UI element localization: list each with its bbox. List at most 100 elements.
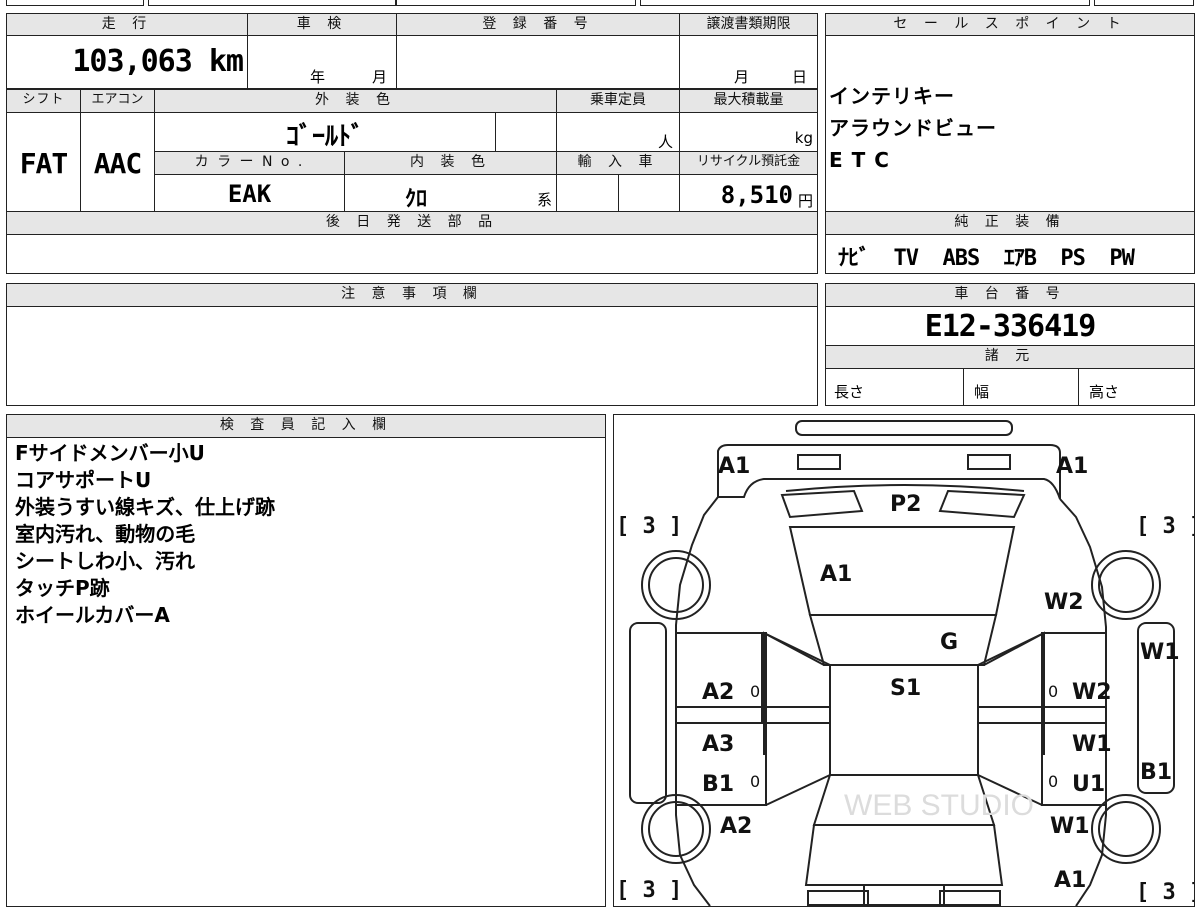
mark-w2-right-front-door: W2	[1072, 680, 1112, 705]
aircon-value: AAC	[93, 147, 143, 180]
windshield	[808, 614, 998, 666]
interior-color-value: ｸﾛ	[405, 187, 428, 212]
inspector-cell: Fサイドメンバー小U コアサポートU 外装うすい線キズ、仕上げ跡 室内汚れ、動物…	[6, 437, 606, 907]
car-diagram: WEB STUDIO [ 3 ] [ 3 ] [ 3 ] [ 3 ] A1 A1…	[616, 420, 1194, 906]
mileage-value: 103,063 km	[72, 44, 244, 79]
left-front-wheel	[641, 550, 711, 620]
mileage-cell: 103,063 km	[6, 35, 248, 89]
car-diagram-panel: WEB STUDIO [ 3 ] [ 3 ] [ 3 ] [ 3 ] A1 A1…	[613, 414, 1195, 907]
specs-height-label: 高さ	[1089, 383, 1120, 401]
bracket-top-right: [ 3 ]	[1136, 514, 1194, 539]
inspector-note-line: Fサイドメンバー小U	[15, 441, 205, 465]
inspection-year-unit: 年	[310, 68, 326, 86]
transfer-day-unit: 日	[792, 68, 808, 86]
capacity-header: 乗車定員	[556, 89, 680, 113]
mark-b1-right-edge: B1	[1140, 760, 1172, 785]
transfer-deadline-cell: 月 日	[679, 35, 818, 89]
standard-equipment-value: ﾅﾋﾞ TV ABS ｴｱB PS PW	[838, 246, 1135, 271]
max-load-header: 最大積載量	[679, 89, 818, 113]
inspector-note-line: シートしわ小、汚れ	[15, 549, 195, 573]
mileage-header: 走 行	[6, 13, 248, 36]
exterior-color-header: 外 装 色	[154, 89, 557, 113]
specs-height-cell: 高さ	[1078, 368, 1195, 406]
mark-zero: 0	[1048, 772, 1058, 791]
caution-header: 注 意 事 項 欄	[6, 283, 818, 307]
recycle-fee-cell: 8,510 円	[679, 174, 818, 212]
sales-point-line: E T C	[829, 148, 890, 172]
interior-color-cell: ｸﾛ 系	[344, 174, 557, 212]
chassis-no-header: 車 台 番 号	[825, 283, 1195, 307]
recycle-fee-value: 8,510	[720, 181, 793, 209]
front-body	[717, 444, 1061, 499]
shift-cell: FAT	[6, 112, 81, 212]
mark-a3-left-rear-door: A3	[702, 732, 734, 757]
inspector-note-line: ホイールカバーA	[15, 603, 170, 627]
mark-a1-right-rear: A1	[1054, 868, 1086, 893]
later-parts-cell	[6, 234, 818, 274]
mark-w1-right-edge: W1	[1140, 640, 1180, 665]
sales-point-line: インテリキー	[829, 84, 955, 108]
mark-p2: P2	[890, 492, 921, 517]
mark-u1-right-rear-door: U1	[1072, 772, 1105, 797]
aircon-header: エアコン	[80, 89, 155, 113]
bracket-top-left: [ 3 ]	[616, 514, 682, 539]
inspector-note-line: コアサポートU	[15, 468, 152, 492]
shift-header: シフト	[6, 89, 81, 113]
registration-cell	[396, 35, 680, 89]
mark-a2-left-front-door: A2	[702, 680, 734, 705]
inspector-note-line: タッチP跡	[15, 576, 110, 600]
max-load-unit: kg	[794, 129, 813, 147]
mark-zero: 0	[1048, 682, 1058, 701]
mark-w1-right-rear-door: W1	[1072, 732, 1112, 757]
color-no-cell: EAK	[154, 174, 345, 212]
specs-header: 諸 元	[825, 345, 1195, 369]
color-no-header: カ ラ ー N o .	[154, 151, 345, 175]
standard-equipment-cell: ﾅﾋﾞ TV ABS ｴｱB PS PW	[825, 234, 1195, 274]
capacity-cell: 人	[556, 112, 680, 152]
interior-color-header: 内 装 色	[344, 151, 557, 175]
standard-equipment-header: 純 正 装 備	[825, 211, 1195, 235]
mark-a1-front-left: A1	[718, 454, 750, 479]
shift-value: FAT	[19, 147, 69, 180]
top-strip	[0, 0, 1200, 7]
later-parts-header: 後 日 発 送 部 品	[6, 211, 818, 235]
sales-point-line: アラウンドビュー	[829, 116, 997, 140]
chassis-no-cell: E12-336419	[825, 306, 1195, 346]
caution-cell	[6, 306, 818, 406]
mark-a1-hood: A1	[820, 562, 852, 587]
transfer-deadline-header: 譲渡書類期限	[679, 13, 818, 36]
color-no-value: EAK	[227, 180, 272, 208]
front-bumper-bar	[795, 420, 1013, 436]
capacity-unit: 人	[657, 133, 673, 151]
inspection-month-unit: 月	[372, 68, 388, 86]
mark-s1-roof: S1	[890, 676, 921, 701]
interior-color-suffix: 系	[536, 191, 552, 209]
registration-header: 登 録 番 号	[396, 13, 680, 36]
chassis-no-value: E12-336419	[924, 309, 1097, 344]
right-front-door	[1041, 632, 1107, 724]
import-header: 輸 入 車	[556, 151, 680, 175]
mark-b1-left-rear-door: B1	[702, 772, 734, 797]
front-left-lamp	[797, 454, 841, 470]
transfer-month-unit: 月	[734, 68, 750, 86]
left-side-step	[629, 622, 667, 804]
inspector-note-line: 外装うすい線キズ、仕上げ跡	[15, 495, 275, 519]
mark-w1-right-rear: W1	[1050, 814, 1090, 839]
bracket-bottom-left: [ 3 ]	[616, 878, 682, 903]
max-load-cell: kg	[679, 112, 818, 152]
specs-width-label: 幅	[974, 383, 990, 401]
import-cell-b	[618, 174, 680, 212]
exterior-color-extra-cell	[495, 112, 557, 152]
import-cell-a	[556, 174, 619, 212]
exterior-color-value: ｺﾞｰﾙﾄﾞ	[285, 122, 364, 152]
inspector-header: 検 査 員 記 入 欄	[6, 414, 606, 438]
specs-length-cell: 長さ	[825, 368, 964, 406]
inspector-note-line: 室内汚れ、動物の毛	[15, 522, 196, 546]
mark-zero: 0	[750, 772, 760, 791]
inspection-cell: 年 月	[247, 35, 397, 89]
specs-width-cell: 幅	[963, 368, 1079, 406]
exterior-color-cell: ｺﾞｰﾙﾄﾞ	[154, 112, 496, 152]
diagram-watermark: WEB STUDIO	[844, 789, 1034, 822]
left-front-door	[675, 632, 767, 724]
inspection-header: 車 検	[247, 13, 397, 36]
